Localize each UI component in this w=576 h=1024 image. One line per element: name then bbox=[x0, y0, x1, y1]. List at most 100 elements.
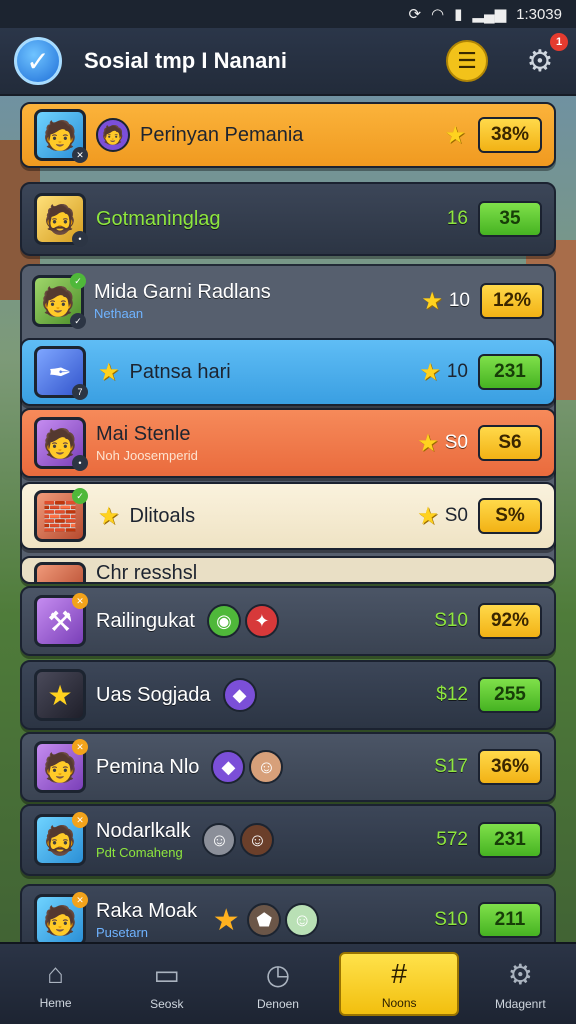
star-icon: ★ bbox=[444, 121, 466, 149]
list-item[interactable]: 🧑 ✕ Pemina Nlo ◆ ☺ S17 36% bbox=[20, 732, 556, 802]
wifi-icon: ◠ bbox=[431, 6, 445, 23]
nav-mdagenrt[interactable]: ⚙ Mdagenrt bbox=[470, 949, 570, 1019]
nav-seosk[interactable]: ▭ Seosk bbox=[117, 949, 217, 1019]
score-pill: 38% bbox=[478, 117, 542, 153]
list-item[interactable]: 🧑 ✕ Raka Moak Pusetarn ★ ⬟ ☺ S10 211 bbox=[20, 884, 556, 942]
score-pill: S% bbox=[478, 498, 542, 534]
list-item[interactable]: 🧑 ✕ 🧑 Perinyan Pemania ★ 38% bbox=[20, 102, 556, 168]
window-icon: ▭ bbox=[153, 958, 181, 990]
nav-noons[interactable]: # Noons bbox=[339, 952, 460, 1016]
player-name: Dlitoals bbox=[129, 504, 196, 527]
score-number: 10 bbox=[448, 290, 470, 311]
badge-icon: ✕ bbox=[72, 739, 88, 755]
list-item[interactable]: ✒ 7 ★ Patnsa hari ★ 10 231 bbox=[20, 338, 556, 406]
badge-icon: ✕ bbox=[72, 812, 88, 828]
face-icon: ☺ bbox=[249, 750, 284, 784]
score-number: 16 bbox=[446, 208, 468, 229]
fire-icon: ✦ bbox=[244, 604, 279, 638]
list-item[interactable]: 🧱 ✓ ★ Dlitoals ★ S0 S% bbox=[20, 482, 556, 550]
list-item[interactable]: 🧑 • Mai Stenle Noh Joosemperid ★ S0 S6 bbox=[20, 408, 556, 478]
score-number: S17 bbox=[434, 756, 468, 777]
player-subtitle: Noh Joosemperid bbox=[96, 448, 198, 463]
checkmark-icon[interactable]: ✓ bbox=[14, 37, 62, 85]
avatar: ✒ 7 bbox=[34, 346, 88, 400]
player-subtitle: Nethaan bbox=[94, 306, 144, 321]
score-number: 10 bbox=[446, 361, 468, 382]
list-item[interactable]: ★ Uas Sogjada ◆ $12 255 bbox=[20, 660, 556, 730]
star-icon: ★ bbox=[417, 502, 439, 530]
list-item[interactable]: 🧑 ✓ ✓ Mida Garni Radlans Nethaan ★ 10 12% bbox=[20, 268, 556, 334]
face-icon: ☺ bbox=[240, 823, 275, 857]
score-number: S0 bbox=[444, 432, 468, 453]
score-pill: 211 bbox=[478, 902, 542, 938]
badge-icon: ✕ bbox=[72, 147, 88, 163]
avatar: ⚒ ✕ bbox=[34, 593, 88, 647]
list-item[interactable]: 🧔 ✕ Nodarlkalk Pdt Comaheng ☺ ☺ 572 231 bbox=[20, 804, 556, 876]
score-pill: 36% bbox=[478, 749, 542, 785]
badge-icon: ✕ bbox=[72, 892, 88, 908]
avatar: 🧑 ✕ bbox=[34, 739, 88, 793]
signal-icon: ▂▄▆ bbox=[472, 6, 507, 23]
player-name: Patnsa hari bbox=[129, 360, 231, 383]
profile-button[interactable]: ⚙ 1 bbox=[518, 33, 568, 83]
badge-icon: ✓ bbox=[72, 488, 88, 504]
avatar: 🧑 ✓ ✓ bbox=[32, 273, 86, 329]
badge-icon: 7 bbox=[72, 384, 88, 400]
score-pill: 231 bbox=[478, 822, 542, 858]
face-icon: ☺ bbox=[285, 903, 320, 937]
menu-icon: ☰ bbox=[457, 48, 477, 73]
score-pill: 231 bbox=[478, 354, 542, 390]
player-subtitle: Pdt Comaheng bbox=[96, 845, 183, 860]
player-name: Nodarlkalk bbox=[96, 820, 191, 842]
star-icon: ★ bbox=[421, 287, 443, 315]
player-name: Uas Sogjada bbox=[96, 683, 211, 706]
list-item[interactable]: ⚒ ✕ Railingukat ◉ ✦ S10 92% bbox=[20, 586, 556, 656]
score-number: $12 bbox=[436, 684, 468, 705]
avatar: 🧔 ✕ bbox=[34, 812, 88, 866]
page-title: Sosial tmp I Nanani bbox=[84, 48, 287, 73]
star-icon: ★ bbox=[98, 358, 120, 386]
avatar: 🧔 • bbox=[34, 193, 88, 247]
avatar: 🧱 ✓ bbox=[34, 488, 88, 542]
list-item[interactable]: 🧔 • Gotmaninglag 16 35 bbox=[20, 182, 556, 256]
nav-home[interactable]: ⌂ Heme bbox=[6, 949, 106, 1019]
star-icon: ★ bbox=[417, 429, 439, 457]
score-pill: S6 bbox=[478, 425, 542, 461]
battery-icon: ▮ bbox=[454, 6, 463, 23]
sync-icon: ⟳ bbox=[408, 6, 422, 23]
avatar bbox=[34, 562, 86, 582]
leaderboard-list[interactable]: 🧑 ✕ 🧑 Perinyan Pemania ★ 38% 🧔 • Gotmaning… bbox=[0, 96, 576, 942]
score-number: S0 bbox=[444, 505, 468, 526]
gem-icon: ◆ bbox=[222, 678, 257, 712]
star-icon: ★ bbox=[419, 358, 441, 386]
nav-label: Denoen bbox=[256, 996, 299, 1011]
badge-icon: • bbox=[72, 455, 88, 471]
bottom-nav: ⌂ Heme ▭ Seosk ◷ Denoen # Noons ⚙ Mdagen… bbox=[0, 942, 576, 1024]
badge-icon: ✓ bbox=[70, 313, 86, 329]
badge-icon: • bbox=[72, 231, 88, 247]
score-pill: 35 bbox=[478, 201, 542, 237]
player-name: Perinyan Pemania bbox=[140, 123, 304, 146]
badge-icon: ✕ bbox=[72, 593, 88, 609]
score-pill: 255 bbox=[478, 677, 542, 713]
score-number: 572 bbox=[436, 829, 468, 850]
player-name: Mai Stenle bbox=[96, 423, 191, 445]
player-name: Chr resshsl bbox=[96, 562, 198, 584]
avatar: 🧑 ✕ bbox=[34, 109, 88, 163]
player-name: Gotmaninglag bbox=[96, 207, 221, 230]
rock-icon: ⬟ bbox=[247, 903, 282, 937]
player-name: Mida Garni Radlans bbox=[94, 281, 271, 303]
gear-icon: ⚙ bbox=[507, 958, 533, 990]
nav-denoen[interactable]: ◷ Denoen bbox=[228, 949, 328, 1019]
player-subtitle: Pusetarn bbox=[96, 925, 149, 940]
notification-badge: 1 bbox=[550, 33, 568, 51]
avatar: 🧑 ✕ bbox=[34, 892, 88, 942]
list-item[interactable]: Chr resshsl bbox=[20, 556, 556, 584]
player-name: Raka Moak bbox=[96, 900, 198, 922]
creature-icon: ◉ bbox=[206, 604, 241, 638]
player-name: Railingukat bbox=[96, 609, 195, 632]
nav-label: Noons bbox=[381, 996, 417, 1010]
clock-icon: ◷ bbox=[265, 958, 291, 990]
avatar-small: 🧑 bbox=[96, 118, 130, 152]
menu-button[interactable]: ☰ bbox=[446, 40, 488, 82]
